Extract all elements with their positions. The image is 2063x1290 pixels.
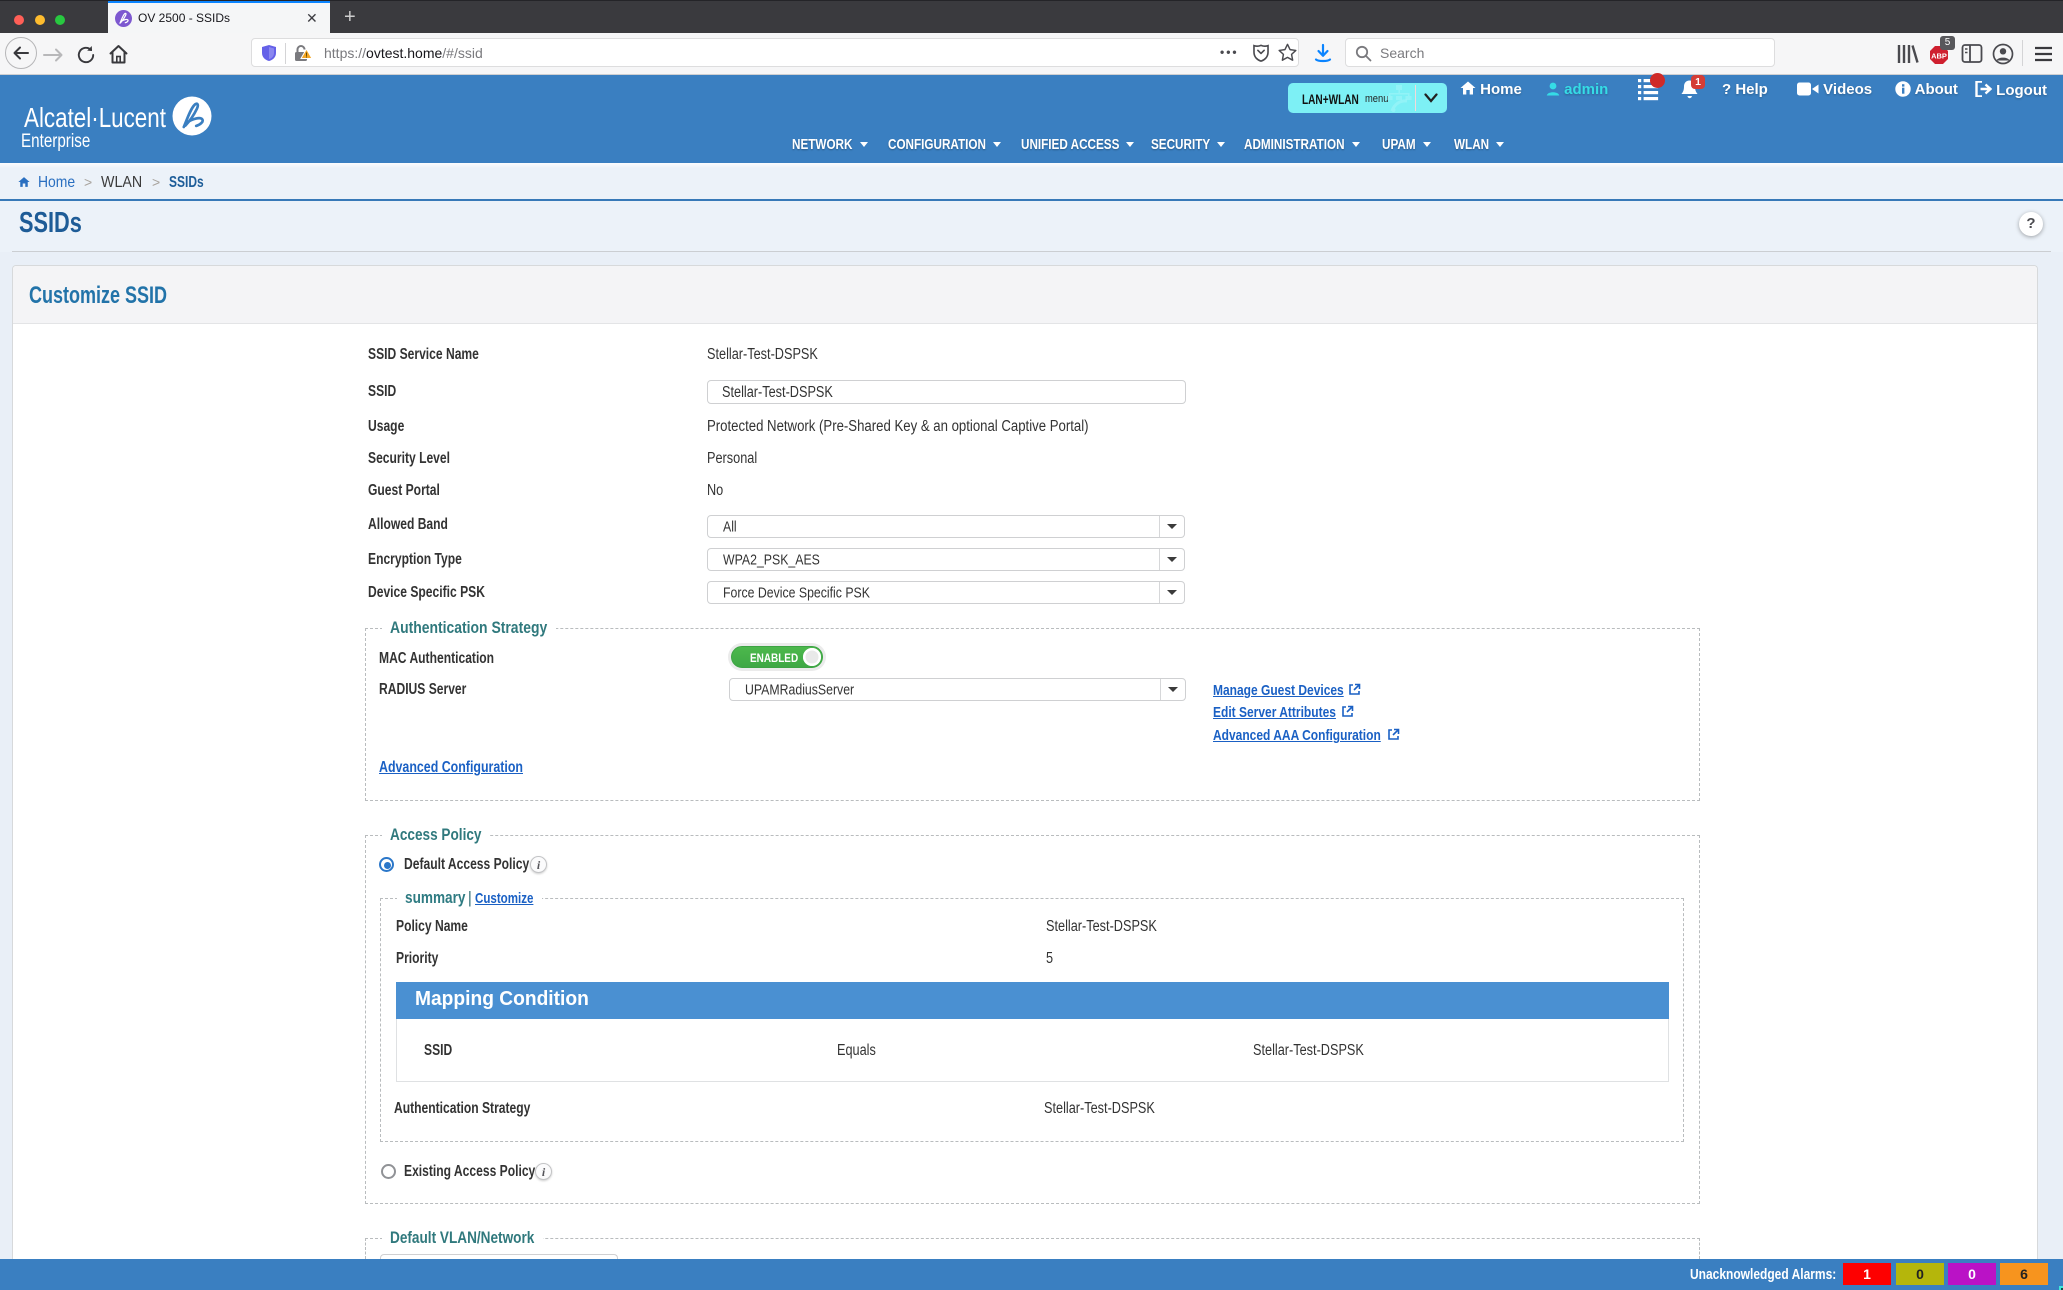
svg-text:ABP: ABP bbox=[1931, 52, 1947, 61]
svg-text:!: ! bbox=[305, 52, 307, 59]
